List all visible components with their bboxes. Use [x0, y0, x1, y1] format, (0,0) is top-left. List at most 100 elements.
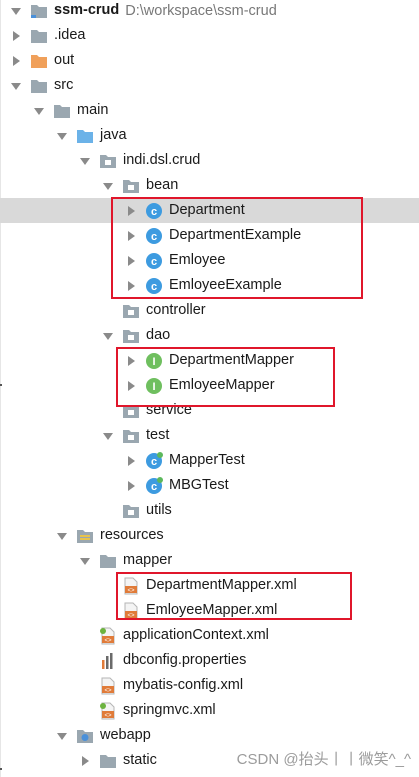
interface-icon: I [145, 352, 163, 370]
tree-item-label: DepartmentMapper.xml [146, 577, 297, 593]
chevron-down-icon[interactable] [79, 555, 91, 567]
chevron-right-icon[interactable] [125, 380, 137, 392]
tree-row-package-bean[interactable]: bean [0, 173, 419, 198]
tree-row-resources-folder[interactable]: resources [0, 523, 419, 548]
tree-row-xml-emloyee-mapper[interactable]: <> EmloyeeMapper.xml [0, 598, 419, 623]
chevron-down-icon[interactable] [56, 530, 68, 542]
tree-item-label: MBGTest [169, 477, 229, 493]
no-arrow [79, 680, 91, 692]
chevron-down-icon[interactable] [102, 330, 114, 342]
tree-row-class-department[interactable]: c Department [0, 198, 419, 223]
tree-row-main-folder[interactable]: main [0, 98, 419, 123]
chevron-down-icon[interactable] [56, 130, 68, 142]
tree-row-xml-application-context[interactable]: <> applicationContext.xml [0, 623, 419, 648]
tree-item-label: webapp [100, 727, 151, 743]
tree-item-label: java [100, 127, 127, 143]
chevron-right-icon[interactable] [125, 280, 137, 292]
tree-item-label: Department [169, 202, 245, 218]
tree-item-label: test [146, 427, 170, 443]
tree-item-label: bean [146, 177, 179, 193]
tree-item-label: springmvc.xml [123, 702, 216, 718]
tree-row-idea-folder[interactable]: .idea [0, 23, 419, 48]
tree-row-interface-department-mapper[interactable]: I DepartmentMapper [0, 348, 419, 373]
tree-row-interface-emloyee-mapper[interactable]: I EmloyeeMapper [0, 373, 419, 398]
chevron-down-icon[interactable] [102, 430, 114, 442]
chevron-right-icon[interactable] [125, 230, 137, 242]
tree-item-label: mapper [123, 552, 173, 568]
svg-text:c: c [151, 206, 157, 218]
no-arrow [102, 580, 114, 592]
tree-row-class-emloyee[interactable]: c Emloyee [0, 248, 419, 273]
package-icon [122, 177, 140, 195]
no-arrow [102, 605, 114, 617]
chevron-down-icon[interactable] [79, 155, 91, 167]
no-arrow [79, 655, 91, 667]
tree-row-package-test[interactable]: test [0, 423, 419, 448]
tree-item-label: service [146, 402, 192, 418]
tree-row-package-dao[interactable]: dao [0, 323, 419, 348]
tree-item-label: Emloyee [169, 252, 226, 268]
chevron-right-icon[interactable] [125, 480, 137, 492]
tree-row-package-service[interactable]: service [0, 398, 419, 423]
properties-icon [99, 652, 117, 670]
tree-row-class-mbg-test[interactable]: c MBGTest [0, 473, 419, 498]
tree-row-src-folder[interactable]: src [0, 73, 419, 98]
chevron-right-icon[interactable] [10, 55, 22, 67]
tree-row-project-root[interactable]: ssm-crud D:\workspace\ssm-crud [0, 0, 419, 23]
package-icon [122, 427, 140, 445]
chevron-right-icon[interactable] [125, 355, 137, 367]
chevron-right-icon[interactable] [10, 30, 22, 42]
project-path: D:\workspace\ssm-crud [125, 2, 277, 19]
class-icon: c [145, 202, 163, 220]
package-icon [122, 302, 140, 320]
interface-icon: I [145, 377, 163, 395]
tree-row-class-emloyee-example[interactable]: c EmloyeeExample [0, 273, 419, 298]
project-folder-icon [30, 2, 48, 20]
no-arrow [79, 705, 91, 717]
tree-item-label: controller [146, 302, 206, 318]
chevron-down-icon[interactable] [10, 5, 22, 17]
tree-item-label: EmloyeeExample [169, 277, 282, 293]
svg-text:<>: <> [104, 688, 112, 694]
tree-row-xml-department-mapper[interactable]: <> DepartmentMapper.xml [0, 573, 419, 598]
tree-row-properties-dbconfig[interactable]: dbconfig.properties [0, 648, 419, 673]
tree-row-out-folder[interactable]: out [0, 48, 419, 73]
chevron-down-icon[interactable] [56, 730, 68, 742]
package-icon [122, 402, 140, 420]
svg-text:c: c [151, 281, 157, 293]
svg-text:I: I [152, 356, 155, 368]
tree-item-label: DepartmentMapper [169, 352, 294, 368]
chevron-right-icon[interactable] [125, 255, 137, 267]
edge-dot [0, 768, 2, 770]
class-icon: c [145, 252, 163, 270]
chevron-right-icon[interactable] [125, 455, 137, 467]
tree-item-label: dbconfig.properties [123, 652, 247, 668]
no-arrow [102, 505, 114, 517]
tree-row-webapp-folder[interactable]: webapp [0, 723, 419, 748]
svg-text:<>: <> [127, 613, 135, 619]
tree-row-java-folder[interactable]: java [0, 123, 419, 148]
class-test-icon: c [145, 451, 163, 470]
tree-row-xml-springmvc[interactable]: <> springmvc.xml [0, 698, 419, 723]
chevron-right-icon[interactable] [125, 205, 137, 217]
tree-row-class-mapper-test[interactable]: c MapperTest [0, 448, 419, 473]
chevron-right-icon[interactable] [79, 755, 91, 767]
tree-row-xml-mybatis-config[interactable]: <> mybatis-config.xml [0, 673, 419, 698]
svg-text:I: I [152, 381, 155, 393]
xml-spring-icon: <> [99, 627, 117, 645]
tree-row-class-department-example[interactable]: c DepartmentExample [0, 223, 419, 248]
tree-row-package-controller[interactable]: controller [0, 298, 419, 323]
tree-row-mapper-folder[interactable]: mapper [0, 548, 419, 573]
tree-item-label: main [77, 102, 109, 118]
chevron-down-icon[interactable] [10, 80, 22, 92]
tree-row-package-crud[interactable]: indi.dsl.crud [0, 148, 419, 173]
tree-row-package-utils[interactable]: utils [0, 498, 419, 523]
class-test-icon: c [145, 476, 163, 495]
tree-item-label: .idea [54, 27, 86, 43]
chevron-down-icon[interactable] [33, 105, 45, 117]
folder-blue-icon [76, 127, 94, 145]
xml-icon: <> [122, 577, 140, 595]
xml-icon: <> [122, 602, 140, 620]
chevron-down-icon[interactable] [102, 180, 114, 192]
tree-item-label: applicationContext.xml [123, 627, 269, 643]
